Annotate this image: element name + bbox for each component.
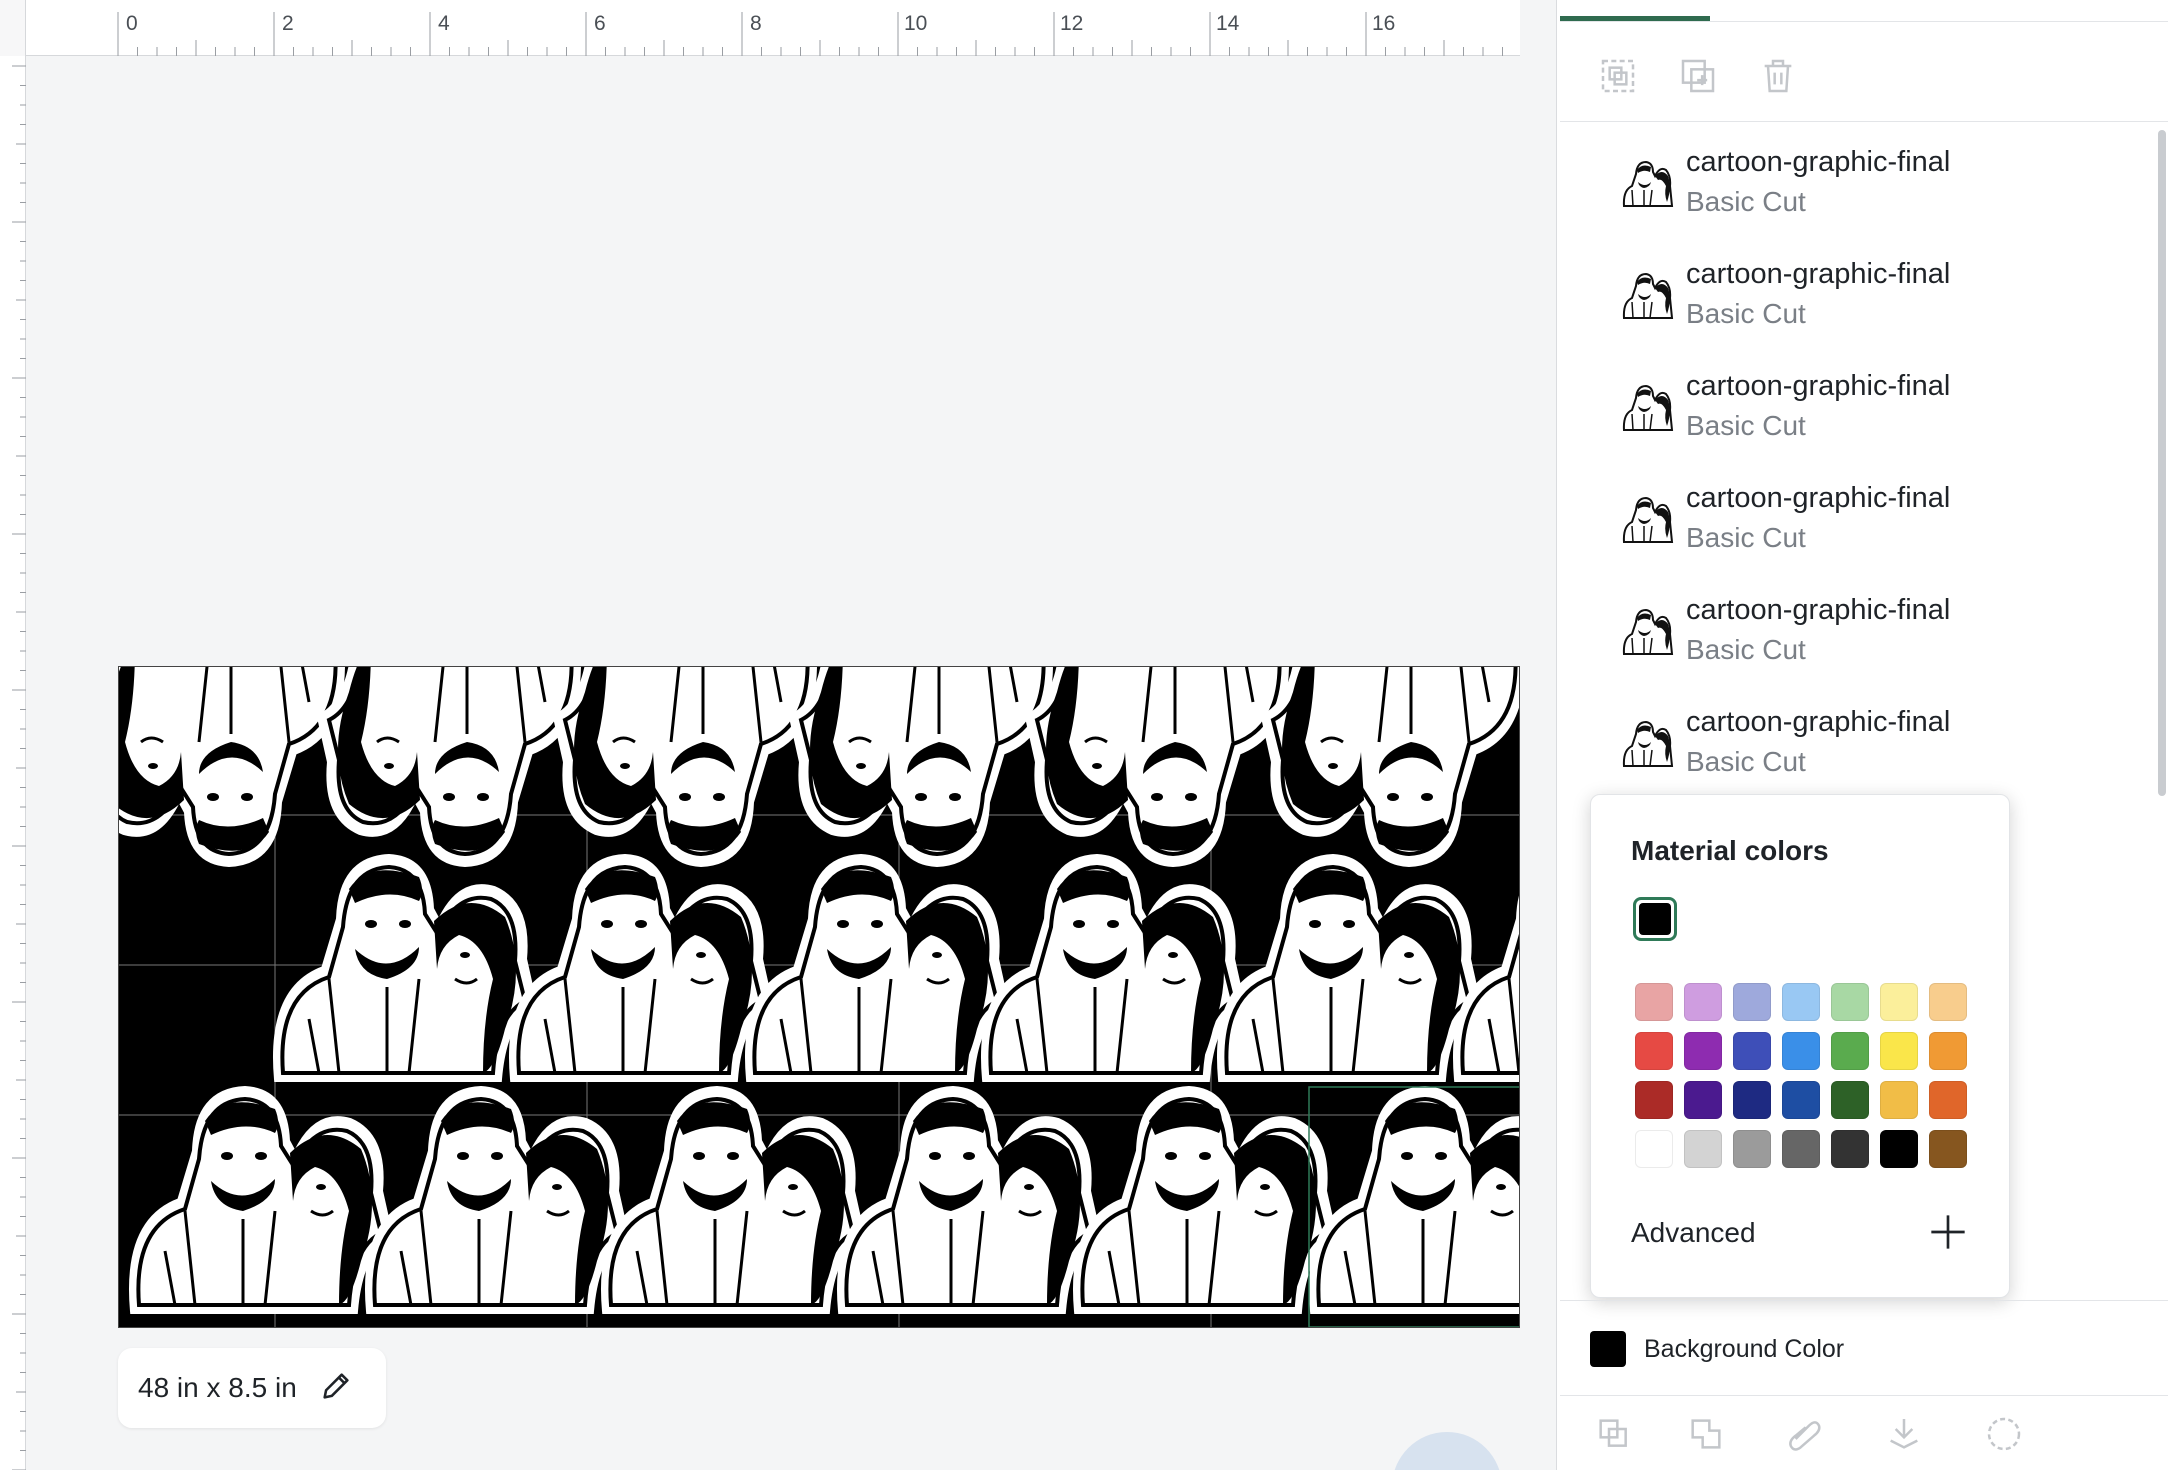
color-swatch[interactable] (1733, 1081, 1771, 1119)
color-swatch[interactable] (1831, 1081, 1869, 1119)
sticker-pattern (119, 667, 1519, 1327)
layer-thumbnail-icon (1622, 385, 1673, 431)
bottom-action-bar (1560, 1398, 2168, 1470)
slice-icon[interactable] (1590, 1410, 1638, 1458)
color-swatch[interactable] (1684, 1130, 1722, 1168)
layer-type: Basic Cut (1686, 298, 1806, 329)
attach-icon[interactable] (1780, 1410, 1828, 1458)
color-swatch[interactable] (1880, 1130, 1918, 1168)
layer-type: Basic Cut (1686, 186, 1806, 217)
layer-thumbnail-icon (1622, 161, 1673, 207)
layer-type: Basic Cut (1686, 410, 1806, 441)
color-swatch[interactable] (1684, 983, 1722, 1021)
color-swatch[interactable] (1929, 1081, 1967, 1119)
color-swatch[interactable] (1880, 1032, 1918, 1070)
ruler-label-4: 4 (438, 12, 450, 35)
color-swatch[interactable] (1929, 983, 1967, 1021)
color-swatch[interactable] (1684, 1081, 1722, 1119)
layer-item[interactable]: cartoon-graphic-final Basic Cut (1560, 348, 2160, 460)
flatten-icon[interactable] (1880, 1410, 1928, 1458)
ruler-label-6: 6 (594, 12, 606, 35)
background-color-label: Background Color (1644, 1335, 1845, 1363)
color-swatch[interactable] (1635, 1032, 1673, 1070)
layer-thumbnail-icon (1622, 497, 1673, 543)
background-color-swatch[interactable] (1590, 1331, 1626, 1367)
layer-item[interactable]: cartoon-graphic-final Basic Cut (1560, 236, 2160, 348)
plus-icon[interactable] (1925, 1209, 1971, 1255)
layer-name: cartoon-graphic-final (1686, 482, 1951, 514)
advanced-label[interactable]: Advanced (1631, 1217, 1756, 1249)
selected-color-swatch[interactable] (1633, 897, 1677, 941)
layer-name: cartoon-graphic-final (1686, 258, 1951, 290)
layer-name: cartoon-graphic-final (1686, 706, 1951, 738)
ruler-label-2: 2 (282, 12, 294, 35)
ruler-label-12: 12 (1060, 12, 1084, 35)
ruler-label-10: 10 (904, 12, 928, 35)
color-swatch[interactable] (1684, 1032, 1722, 1070)
canvas-size-label: 48 in x 8.5 in (138, 1372, 297, 1403)
layer-type: Basic Cut (1686, 746, 1806, 777)
layer-item[interactable]: cartoon-graphic-final Basic Cut (1560, 684, 2160, 794)
color-swatch[interactable] (1831, 983, 1869, 1021)
canvas-size-chip[interactable]: 48 in x 8.5 in (118, 1348, 386, 1428)
app: 0 2 4 6 8 10 12 14 16 48 in x 8.5 in car… (0, 0, 2168, 1470)
color-swatch[interactable] (1831, 1032, 1869, 1070)
color-swatch[interactable] (1733, 983, 1771, 1021)
ruler-label-16: 16 (1372, 12, 1396, 35)
layer-item[interactable]: cartoon-graphic-final Basic Cut (1560, 124, 2160, 236)
color-palette-grid (1635, 983, 1967, 1168)
contour-icon[interactable] (1980, 1410, 2028, 1458)
duplicate-icon[interactable] (1674, 52, 1722, 100)
help-bubble[interactable] (1392, 1432, 1502, 1470)
ruler-left-ticks (12, 65, 26, 1470)
pencil-icon[interactable] (319, 1369, 353, 1408)
layer-thumbnail-icon (1622, 273, 1673, 319)
canvas-area[interactable]: 0 2 4 6 8 10 12 14 16 48 in x 8.5 in (0, 0, 1520, 1470)
layer-name: cartoon-graphic-final (1686, 594, 1951, 626)
layers-scrollbar[interactable] (2158, 130, 2166, 796)
delete-icon[interactable] (1754, 52, 1802, 100)
ruler-label-8: 8 (750, 12, 762, 35)
color-swatch[interactable] (1929, 1130, 1967, 1168)
color-swatch[interactable] (1782, 1081, 1820, 1119)
color-swatch[interactable] (1635, 1081, 1673, 1119)
color-swatch[interactable] (1733, 1130, 1771, 1168)
color-swatch[interactable] (1929, 1032, 1967, 1070)
background-color-row[interactable]: Background Color (1560, 1300, 2168, 1396)
layer-name: cartoon-graphic-final (1686, 146, 1951, 178)
layer-name: cartoon-graphic-final (1686, 370, 1951, 402)
layer-thumbnail-icon (1622, 721, 1673, 767)
color-swatch[interactable] (1635, 983, 1673, 1021)
layer-item[interactable]: cartoon-graphic-final Basic Cut (1560, 572, 2160, 684)
popover-title: Material colors (1631, 835, 1829, 866)
ruler-top: 0 2 4 6 8 10 12 14 16 (0, 0, 1520, 56)
tabs-divider (1560, 21, 2168, 22)
layer-thumbnail-icon (1622, 609, 1673, 655)
layers-toolbar (1560, 40, 2168, 122)
group-icon[interactable] (1594, 52, 1642, 100)
material-colors-popover: Material colors Advanced (1590, 794, 2010, 1298)
ruler-label-0: 0 (126, 12, 138, 35)
ruler-label-14: 14 (1216, 12, 1240, 35)
color-swatch[interactable] (1880, 983, 1918, 1021)
ruler-left (0, 56, 26, 1470)
combine-icon[interactable] (1682, 1410, 1730, 1458)
layer-type: Basic Cut (1686, 634, 1806, 665)
design-artwork[interactable] (118, 666, 1520, 1328)
color-swatch[interactable] (1880, 1081, 1918, 1119)
layer-type: Basic Cut (1686, 522, 1806, 553)
color-swatch[interactable] (1782, 1130, 1820, 1168)
color-swatch[interactable] (1782, 1032, 1820, 1070)
color-swatch[interactable] (1782, 983, 1820, 1021)
layer-item[interactable]: cartoon-graphic-final Basic Cut (1560, 460, 2160, 572)
color-swatch[interactable] (1733, 1032, 1771, 1070)
color-swatch[interactable] (1831, 1130, 1869, 1168)
color-swatch[interactable] (1635, 1130, 1673, 1168)
layers-list: cartoon-graphic-final Basic Cut cartoon-… (1560, 124, 2160, 794)
